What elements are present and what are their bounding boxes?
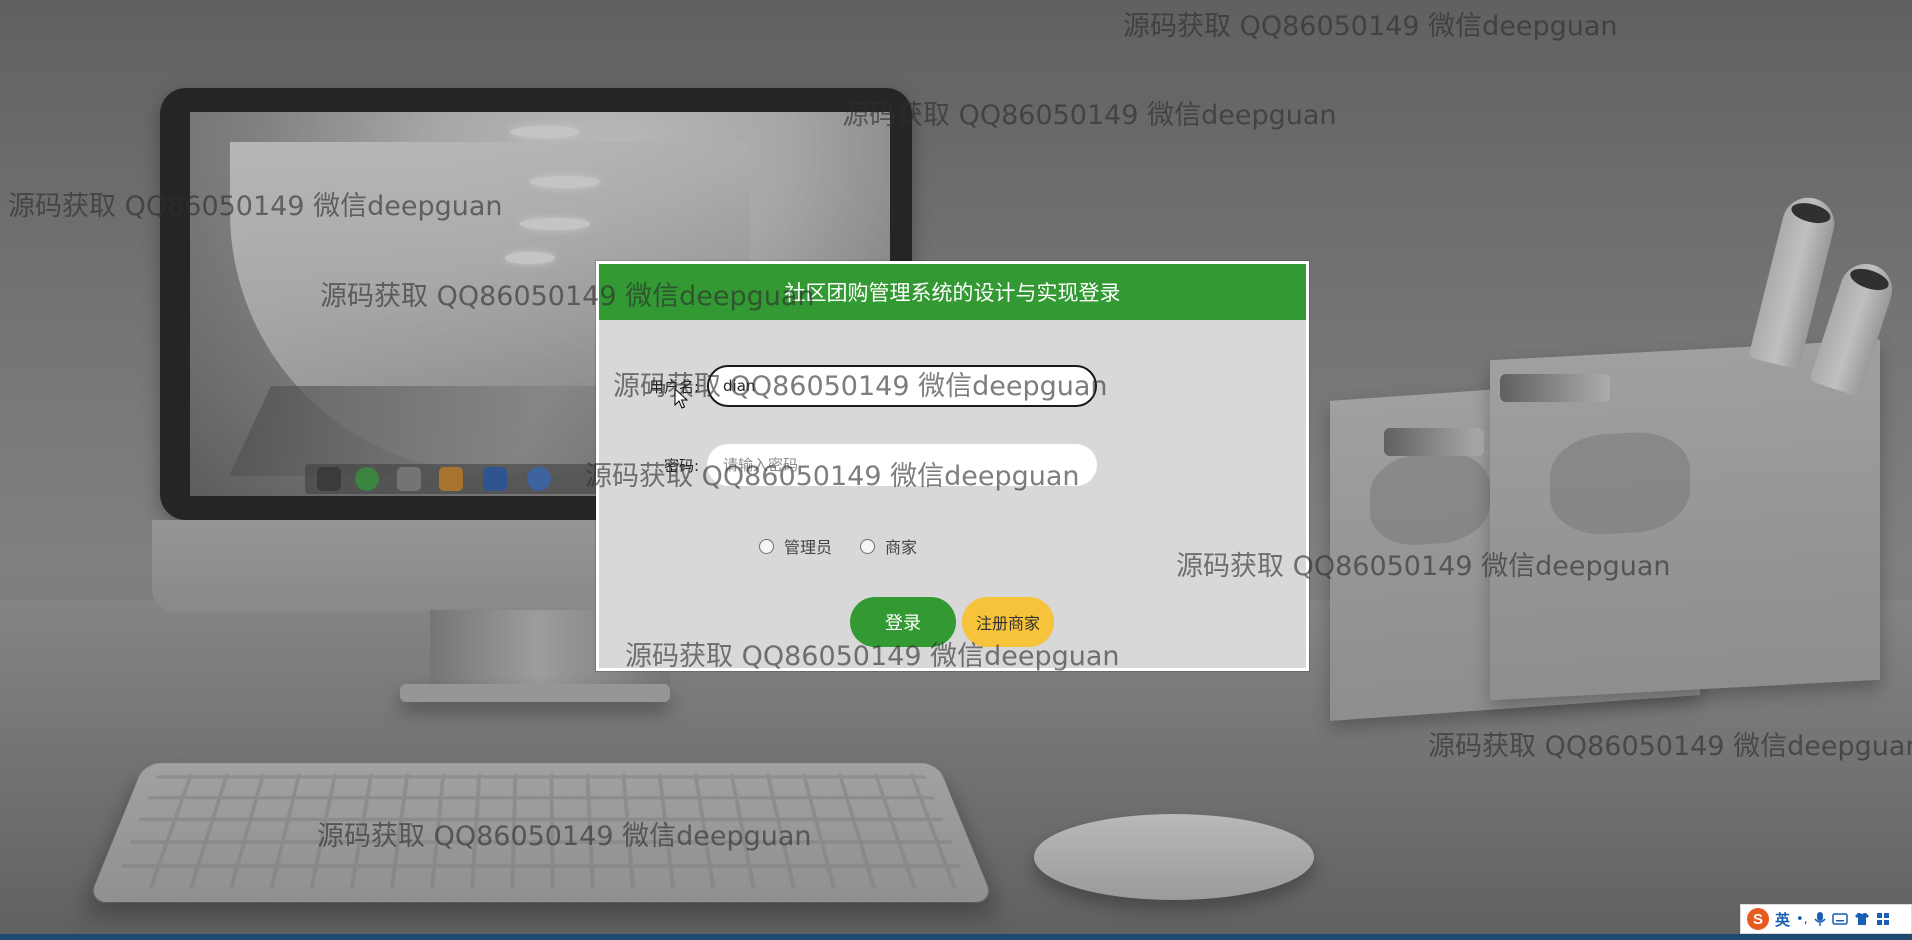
radio-icon[interactable] bbox=[759, 538, 774, 554]
shirt-icon[interactable] bbox=[1854, 912, 1870, 926]
login-title: 社区团购管理系统的设计与实现登录 bbox=[599, 264, 1306, 320]
login-dialog: 社区团购管理系统的设计与实现登录 用户名: 密码: 管理员 商家 登录 注册商家 bbox=[596, 261, 1309, 671]
username-input[interactable] bbox=[707, 365, 1097, 407]
microphone-icon[interactable] bbox=[1814, 911, 1826, 927]
role-selector: 管理员 商家 bbox=[759, 534, 917, 558]
role-label-merchant: 商家 bbox=[885, 538, 918, 557]
username-row: 用户名: bbox=[599, 365, 1097, 407]
login-button[interactable]: 登录 bbox=[850, 597, 956, 647]
ime-mode-label[interactable]: 英 bbox=[1775, 909, 1790, 930]
keyboard-icon[interactable] bbox=[1832, 912, 1848, 926]
register-merchant-button[interactable]: 注册商家 bbox=[962, 597, 1054, 647]
role-option-admin[interactable]: 管理员 bbox=[759, 534, 832, 558]
role-label-admin: 管理员 bbox=[784, 538, 833, 557]
password-label: 密码: bbox=[663, 456, 699, 475]
taskbar-strip bbox=[0, 934, 1912, 940]
password-input[interactable] bbox=[707, 444, 1097, 486]
ime-sogou-icon[interactable]: S bbox=[1747, 908, 1769, 930]
password-row: 密码: bbox=[599, 444, 1097, 486]
radio-icon[interactable] bbox=[860, 538, 876, 554]
role-option-merchant[interactable]: 商家 bbox=[860, 534, 917, 558]
username-label: 用户名: bbox=[648, 377, 699, 396]
grid-icon[interactable] bbox=[1876, 912, 1890, 926]
ime-toolbar[interactable]: S 英 •, bbox=[1740, 904, 1912, 934]
punctuation-icon[interactable]: •, bbox=[1796, 912, 1808, 927]
